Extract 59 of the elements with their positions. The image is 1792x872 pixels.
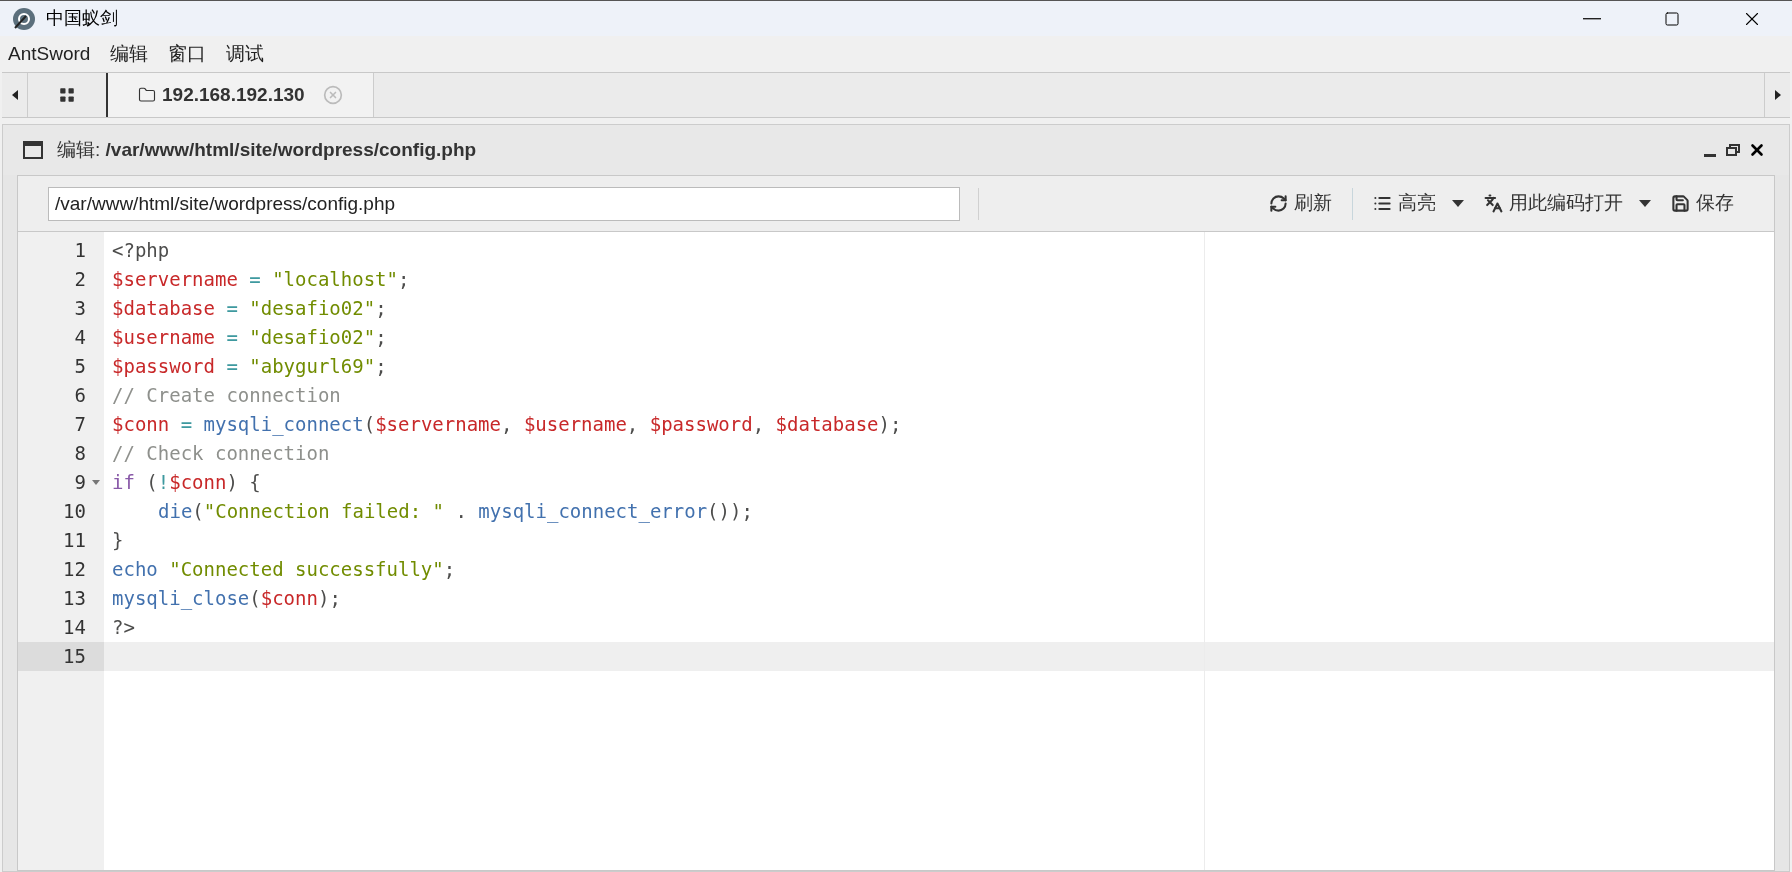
caret-icon <box>1452 199 1464 208</box>
menu-item[interactable]: 调试 <box>226 39 265 69</box>
line-number: 10 <box>63 499 86 525</box>
window-title: 中国蚁剑 <box>46 7 118 30</box>
code-line: ?> <box>112 615 135 641</box>
code-line: $conn = mysqli_connect($servername, $username, $password, $database); <box>112 412 902 438</box>
line-number: 4 <box>74 325 86 351</box>
restore-icon <box>1726 144 1740 156</box>
code-line: <?php <box>112 238 170 264</box>
app-logo-icon <box>12 6 36 31</box>
refresh-icon <box>1269 194 1288 213</box>
close-tab-icon <box>322 85 343 105</box>
line-number: 12 <box>63 557 86 583</box>
encoding-icon <box>1484 194 1503 213</box>
toolbar-button[interactable]: 刷新 <box>1259 183 1342 224</box>
maximize-icon <box>1664 10 1680 27</box>
triangle-right-icon <box>1774 90 1781 100</box>
grid-icon <box>58 86 76 104</box>
line-number: 1 <box>74 238 86 264</box>
toolbar-button[interactable]: 用此编码打开 <box>1474 183 1661 224</box>
line-number: 6 <box>74 383 86 409</box>
menu-item[interactable]: 窗口 <box>168 39 207 69</box>
save-icon <box>1671 194 1690 213</box>
code-line: die("Connection failed: " . mysqli_connect_error()); <box>158 499 753 525</box>
tab[interactable]: 192.168.192.130 <box>108 73 374 117</box>
menu-item[interactable]: 编辑 <box>110 39 149 69</box>
line-number: 11 <box>63 528 86 554</box>
caret-icon <box>1639 199 1651 208</box>
code-line: $database = "desafio02"; <box>112 296 387 322</box>
code-line: $servername = "localhost"; <box>112 267 410 293</box>
line-number: 5 <box>74 354 86 380</box>
fold-arrow-icon[interactable] <box>92 479 100 486</box>
line-number: 7 <box>74 412 86 438</box>
code-line: if (!$conn) { <box>112 470 261 496</box>
list-icon <box>1373 194 1392 213</box>
close-icon <box>1748 141 1766 159</box>
toolbar-button[interactable]: 保存 <box>1661 183 1744 224</box>
minimize-icon <box>1583 17 1601 20</box>
toolbar-button[interactable]: 高亮 <box>1363 183 1474 224</box>
line-number: 15 <box>63 644 86 670</box>
panel-title: 编辑: /var/www/html/site/wordpress/config.php <box>57 137 477 162</box>
code-line: $password = "abygurl69"; <box>112 354 387 380</box>
line-number: 13 <box>63 586 86 612</box>
line-number: 2 <box>74 267 86 293</box>
code-line: } <box>112 528 124 554</box>
triangle-left-icon <box>11 90 18 100</box>
menu-item[interactable]: AntSword <box>8 39 91 69</box>
path-input-field[interactable]: /var/www/html/site/wordpress/config.php <box>48 186 960 221</box>
code-line: // Check connection <box>112 441 330 467</box>
line-number: 3 <box>74 296 86 322</box>
window-icon <box>23 141 43 159</box>
code-line: $username = "desafio02"; <box>112 325 387 351</box>
line-number: 14 <box>63 615 86 641</box>
line-number: 9 <box>74 470 86 496</box>
code-line: echo "Connected successfully"; <box>112 557 456 583</box>
code-line: mysqli_close($conn); <box>112 586 341 612</box>
line-number: 8 <box>74 441 86 467</box>
folder-icon <box>138 86 156 104</box>
code-line: // Create connection <box>112 383 341 409</box>
